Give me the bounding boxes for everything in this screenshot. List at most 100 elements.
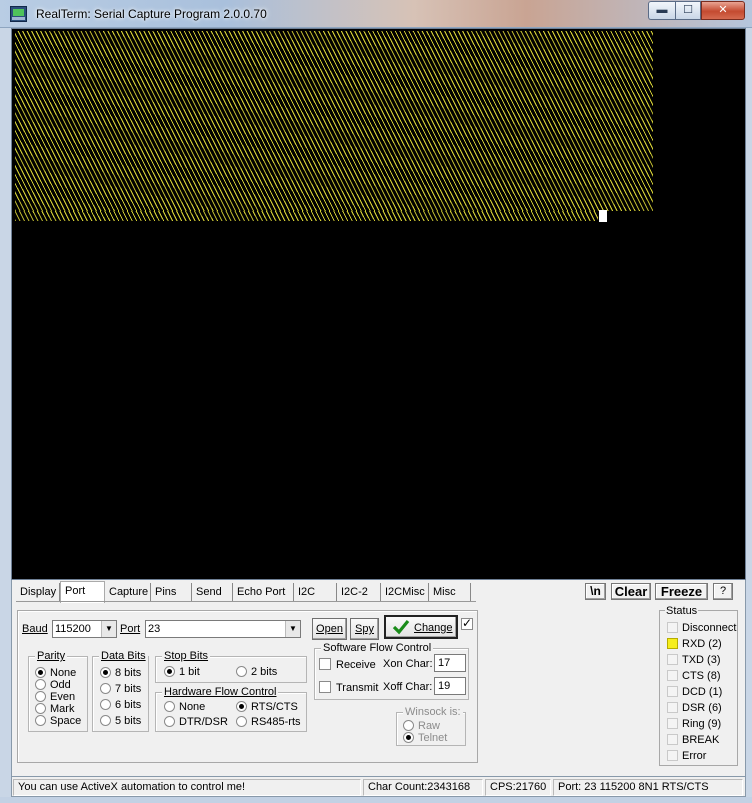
data-bits-option-8[interactable]: 8 bits bbox=[100, 667, 141, 680]
receive-label: Receive bbox=[336, 659, 376, 671]
led-indicator bbox=[667, 702, 678, 713]
xoff-char-input[interactable]: 19 bbox=[434, 677, 466, 695]
parity-group: Parity None Odd Even Mark Space bbox=[28, 650, 88, 732]
baud-select[interactable]: 115200 ▼ bbox=[52, 620, 117, 638]
port-select[interactable]: 23 ▼ bbox=[145, 620, 301, 638]
change-button[interactable]: Change bbox=[384, 615, 458, 639]
clear-button[interactable]: Clear bbox=[611, 583, 651, 600]
data-bits-option-5[interactable]: 5 bits bbox=[100, 715, 141, 728]
tab-port[interactable]: Port bbox=[60, 581, 105, 603]
transmit-checkbox[interactable]: Transmit bbox=[319, 681, 378, 695]
led-indicator bbox=[667, 718, 678, 729]
xon-label: Xon Char: bbox=[383, 658, 433, 670]
stop-bits-option-1[interactable]: 1 bit bbox=[164, 666, 200, 679]
parity-option-space[interactable]: Space bbox=[35, 715, 81, 728]
status-label: BREAK bbox=[682, 734, 720, 746]
receive-check-box[interactable] bbox=[319, 658, 331, 670]
radio-space[interactable] bbox=[35, 715, 46, 726]
option-label: Odd bbox=[50, 679, 71, 691]
status-label: DCD (1) bbox=[682, 686, 723, 698]
radio-none[interactable] bbox=[35, 667, 46, 678]
tab-capture[interactable]: Capture bbox=[105, 583, 151, 602]
radio-hw-none[interactable] bbox=[164, 701, 175, 712]
tab-i2c[interactable]: I2C bbox=[294, 583, 337, 602]
title-bar[interactable]: RealTerm: Serial Capture Program 2.0.0.7… bbox=[0, 0, 752, 28]
open-button[interactable]: Open bbox=[312, 618, 347, 640]
winsock-group: Winsock is: Raw Telnet bbox=[396, 706, 466, 746]
hw-flow-option-rts-cts[interactable]: RTS/CTS bbox=[236, 701, 298, 714]
baud-label: Baud bbox=[22, 623, 48, 635]
radio-telnet[interactable] bbox=[403, 732, 414, 743]
radio-5-bits[interactable] bbox=[100, 715, 111, 726]
tab-misc[interactable]: Misc bbox=[429, 583, 471, 602]
status-label: DSR (6) bbox=[682, 702, 722, 714]
radio-1-bit[interactable] bbox=[164, 666, 175, 677]
chevron-down-icon[interactable]: ▼ bbox=[101, 621, 116, 637]
winsock-option-telnet[interactable]: Telnet bbox=[403, 732, 447, 745]
open-label: Open bbox=[316, 623, 343, 635]
stop-bits-option-2[interactable]: 2 bits bbox=[236, 666, 277, 679]
radio-odd[interactable] bbox=[35, 679, 46, 690]
tab-display[interactable]: Display bbox=[16, 583, 60, 602]
radio-rts-cts[interactable] bbox=[236, 701, 247, 712]
hw-flow-option-rs485[interactable]: RS485-rts bbox=[236, 716, 301, 729]
option-label: Mark bbox=[50, 703, 75, 715]
tab-echo-port[interactable]: Echo Port bbox=[233, 583, 294, 602]
newline-button[interactable]: \n bbox=[585, 583, 606, 600]
chevron-down-icon[interactable]: ▼ bbox=[285, 621, 300, 637]
help-button[interactable]: ? bbox=[713, 583, 733, 600]
status-label: Error bbox=[682, 750, 707, 762]
receive-checkbox[interactable]: Receive bbox=[319, 658, 376, 672]
option-label: Even bbox=[50, 691, 76, 703]
option-label: 1 bit bbox=[179, 666, 200, 678]
window-title: RealTerm: Serial Capture Program 2.0.0.7… bbox=[36, 7, 267, 21]
change-checkbox[interactable] bbox=[461, 616, 478, 631]
tab-send[interactable]: Send bbox=[192, 583, 233, 602]
radio-rs485-rts[interactable] bbox=[236, 716, 247, 727]
option-label: 8 bits bbox=[115, 667, 142, 679]
radio-8-bits[interactable] bbox=[100, 667, 111, 678]
maximize-button[interactable]: ☐ bbox=[675, 1, 701, 20]
control-panel: Display Port Capture Pins Send Echo Port… bbox=[11, 580, 746, 776]
change-check-box[interactable] bbox=[461, 616, 473, 630]
status-txd: TXD (3) bbox=[667, 654, 721, 667]
tab-divider bbox=[16, 601, 476, 602]
led-indicator bbox=[667, 638, 678, 649]
window-bottom-border bbox=[0, 797, 752, 803]
option-label: Space bbox=[50, 715, 82, 727]
radio-even[interactable] bbox=[35, 691, 46, 702]
status-message: You can use ActiveX automation to contro… bbox=[13, 779, 361, 796]
status-title: Status bbox=[665, 605, 699, 617]
stop-bits-title: Stop Bits bbox=[162, 650, 211, 662]
tab-pins[interactable]: Pins bbox=[151, 583, 192, 602]
spy-label: Spy bbox=[355, 623, 374, 635]
status-disconnect[interactable]: Disconnect bbox=[667, 622, 736, 635]
data-bits-option-6[interactable]: 6 bits bbox=[100, 699, 141, 712]
xon-char-input[interactable]: 17 bbox=[434, 654, 466, 672]
status-error: Error bbox=[667, 750, 706, 763]
radio-raw[interactable] bbox=[403, 720, 414, 731]
terminal-display[interactable] bbox=[11, 28, 746, 580]
radio-7-bits[interactable] bbox=[100, 683, 111, 694]
status-bar: You can use ActiveX automation to contro… bbox=[11, 776, 746, 797]
hw-flow-option-dtr-dsr[interactable]: DTR/DSR bbox=[164, 716, 228, 729]
status-break: BREAK bbox=[667, 734, 719, 747]
transmit-check-box[interactable] bbox=[319, 681, 331, 693]
close-button[interactable]: ✕ bbox=[701, 1, 745, 20]
stop-bits-group: Stop Bits 1 bit 2 bits bbox=[155, 650, 307, 683]
data-bits-option-7[interactable]: 7 bits bbox=[100, 683, 141, 696]
hw-flow-option-none[interactable]: None bbox=[164, 701, 205, 714]
radio-mark[interactable] bbox=[35, 703, 46, 714]
tab-i2c-2[interactable]: I2C-2 bbox=[337, 583, 381, 602]
baud-value: 115200 bbox=[55, 623, 91, 635]
spy-button[interactable]: Spy bbox=[350, 618, 379, 640]
radio-dtr-dsr[interactable] bbox=[164, 716, 175, 727]
minimize-button[interactable]: ▬ bbox=[648, 1, 675, 20]
tab-i2cmisc[interactable]: I2CMisc bbox=[381, 583, 429, 602]
radio-6-bits[interactable] bbox=[100, 699, 111, 710]
app-icon[interactable] bbox=[10, 6, 27, 22]
radio-2-bits[interactable] bbox=[236, 666, 247, 677]
freeze-button[interactable]: Freeze bbox=[655, 583, 708, 600]
status-dcd: DCD (1) bbox=[667, 686, 722, 699]
option-label: 6 bits bbox=[115, 699, 142, 711]
